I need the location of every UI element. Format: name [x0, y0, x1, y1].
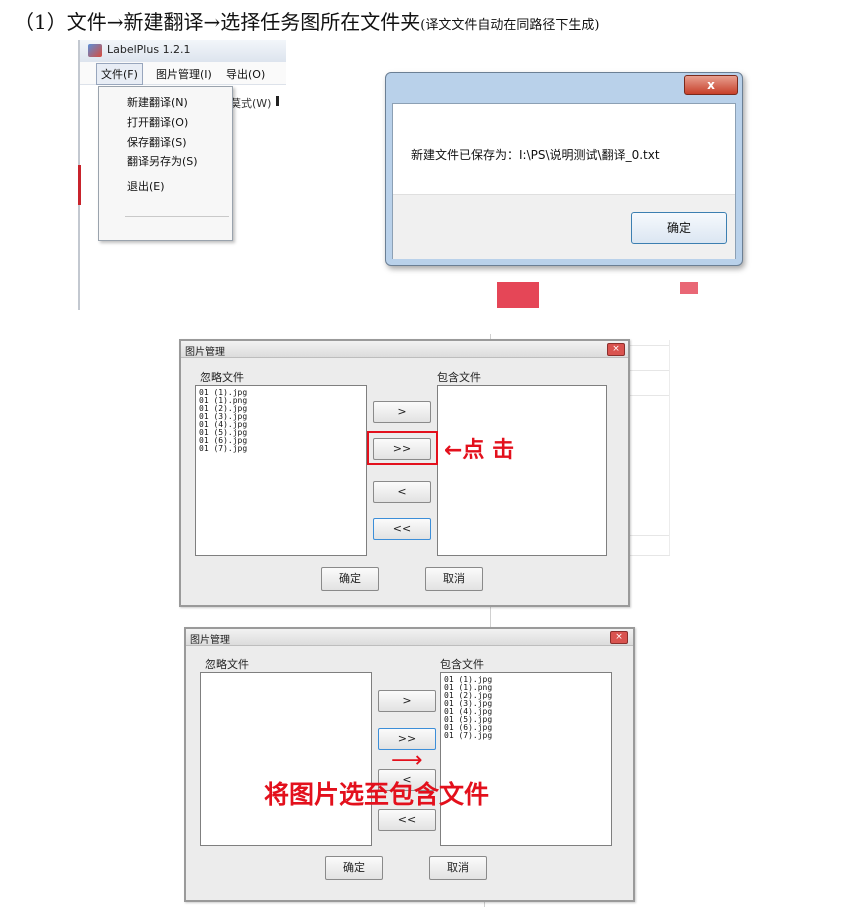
- menu-item-new-translation[interactable]: 新建翻译(N): [127, 94, 188, 110]
- image-management-dialog-after: 图片管理 × 忽略文件 包含文件 01 (1).jpg 01 (1).png 0…: [184, 627, 635, 902]
- labelplus-title: LabelPlus 1.2.1: [107, 43, 191, 56]
- labelplus-menubar: 文件(F) 图片管理(I) 导出(O): [80, 62, 286, 85]
- menu-item-open-translation[interactable]: 打开翻译(O): [127, 114, 188, 130]
- background-line: [628, 395, 670, 396]
- move-all-left-button[interactable]: <<: [378, 809, 436, 831]
- heading-note: (译文文件自动在同路径下生成): [420, 18, 600, 33]
- ok-button[interactable]: 确定: [631, 212, 727, 244]
- list-item[interactable]: 01 (7).jpg: [199, 445, 366, 453]
- background-line: [628, 345, 670, 346]
- move-selected-right-button[interactable]: >: [373, 401, 431, 423]
- close-button[interactable]: ×: [607, 343, 625, 356]
- background-line: [628, 370, 670, 371]
- background-line: [628, 555, 670, 556]
- background-red-fragment: [680, 282, 698, 294]
- save-confirmation-dialog: x 新建文件已保存为：I:\PS\说明测试\翻译_0.txt 确定: [385, 72, 743, 266]
- move-selected-right-button[interactable]: >: [378, 690, 436, 712]
- background-line: [490, 604, 491, 628]
- dialog-body: 新建文件已保存为：I:\PS\说明测试\翻译_0.txt 确定: [392, 103, 736, 259]
- labelplus-titlebar: LabelPlus 1.2.1: [80, 40, 286, 63]
- behind-menu-mark: [276, 96, 279, 106]
- close-button[interactable]: ×: [610, 631, 628, 644]
- menu-item-exit[interactable]: 退出(E): [127, 178, 165, 194]
- image-management-dialog-before: 图片管理 × 忽略文件 包含文件 01 (1).jpg 01 (1).png 0…: [179, 339, 630, 607]
- ok-button[interactable]: 确定: [325, 856, 383, 880]
- menu-export[interactable]: 导出(O): [226, 66, 265, 82]
- list-item[interactable]: 01 (7).jpg: [444, 732, 611, 740]
- ignored-files-list[interactable]: [200, 672, 372, 846]
- close-button[interactable]: x: [684, 75, 738, 95]
- ignored-files-list[interactable]: 01 (1).jpg 01 (1).png 01 (2).jpg 01 (3).…: [195, 385, 367, 556]
- ok-button[interactable]: 确定: [321, 567, 379, 591]
- cancel-button[interactable]: 取消: [429, 856, 487, 880]
- heading-main: （1）文件→新建翻译→选择任务图所在文件夹: [14, 10, 421, 34]
- included-files-list[interactable]: [437, 385, 607, 556]
- red-edge-fragment: [78, 165, 81, 205]
- background-line: [669, 340, 670, 555]
- menu-item-save-translation[interactable]: 保存翻译(S): [127, 134, 187, 150]
- dialog-titlebar: 图片管理 ×: [181, 341, 628, 358]
- dialog-footer: 确定: [393, 194, 735, 259]
- move-selected-left-button[interactable]: <: [373, 481, 431, 503]
- labelplus-window: LabelPlus 1.2.1 文件(F) 图片管理(I) 导出(O) 莫式(W…: [78, 40, 286, 310]
- move-all-right-button[interactable]: >>: [378, 728, 436, 750]
- background-line: [628, 535, 670, 536]
- dialog-titlebar: 图片管理 ×: [186, 629, 633, 646]
- right-arrow-annotation: ⟶: [391, 748, 423, 773]
- included-files-label: 包含文件: [437, 371, 481, 384]
- included-files-list[interactable]: 01 (1).jpg 01 (1).png 01 (2).jpg 01 (3).…: [440, 672, 612, 846]
- dialog-title: 图片管理: [185, 347, 225, 358]
- background-red-fragment: [497, 282, 539, 308]
- labelplus-app-icon: [88, 44, 102, 57]
- click-annotation: ←点 击: [444, 438, 515, 463]
- instruction-heading: （1）文件→新建翻译→选择任务图所在文件夹(译文文件自动在同路径下生成): [14, 6, 599, 35]
- move-images-annotation: 将图片选至包含文件: [264, 780, 490, 809]
- file-menu-dropdown: 新建翻译(N) 打开翻译(O) 保存翻译(S) 翻译另存为(S) 退出(E): [98, 86, 233, 241]
- ignored-files-label: 忽略文件: [200, 371, 244, 384]
- menu-file[interactable]: 文件(F): [96, 63, 143, 85]
- move-all-left-button[interactable]: <<: [373, 518, 431, 540]
- cancel-button[interactable]: 取消: [425, 567, 483, 591]
- dialog-title: 图片管理: [190, 635, 230, 646]
- ignored-files-label: 忽略文件: [205, 658, 249, 671]
- menu-item-save-as[interactable]: 翻译另存为(S): [127, 153, 198, 169]
- behind-menu-text: 莫式(W): [230, 97, 272, 110]
- highlight-box: [367, 431, 438, 465]
- included-files-label: 包含文件: [440, 658, 484, 671]
- menu-image-management[interactable]: 图片管理(I): [156, 66, 212, 82]
- menu-separator: [125, 216, 229, 217]
- saved-file-message: 新建文件已保存为：I:\PS\说明测试\翻译_0.txt: [411, 148, 660, 162]
